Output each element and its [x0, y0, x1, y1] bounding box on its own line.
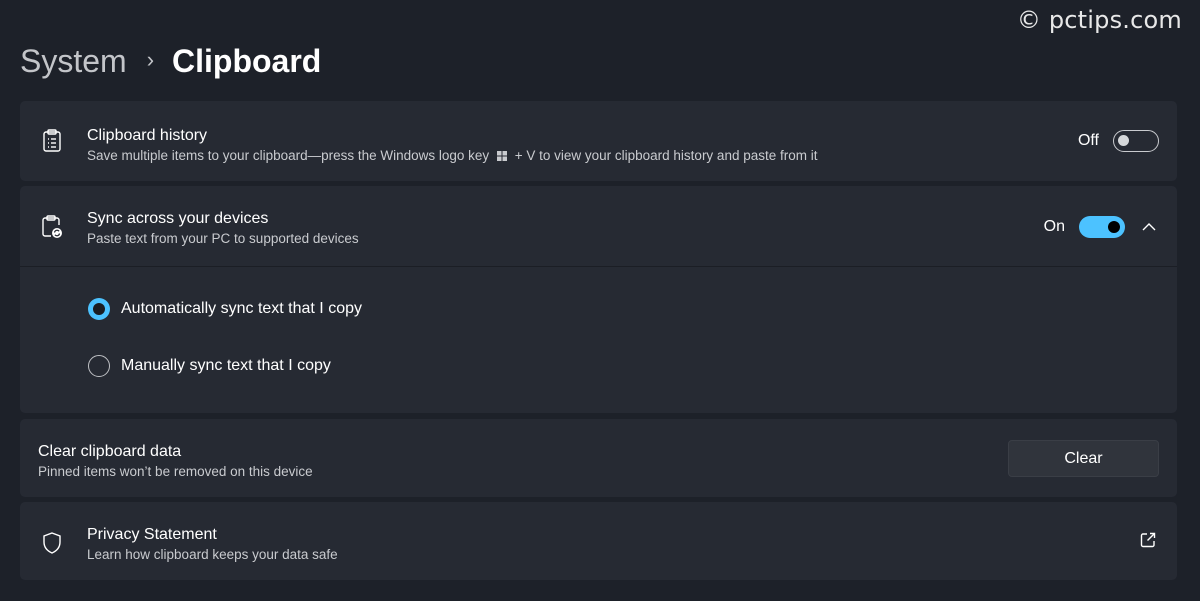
section-divider [20, 266, 1177, 267]
windows-logo-icon [496, 149, 507, 161]
sync-state-label: On [1043, 218, 1065, 235]
clipboard-history-title: Clipboard history [87, 127, 208, 144]
clear-data-text: Clear clipboard data Pinned items won’t … [38, 443, 313, 479]
clipboard-history-desc-part2: + V to view your clipboard history and p… [514, 148, 818, 163]
clipboard-history-description: Save multiple items to your clipboard—pr… [87, 148, 818, 163]
privacy-title: Privacy Statement [87, 526, 217, 543]
radio-option-auto[interactable]: Automatically sync text that I copy [88, 298, 362, 320]
clear-data-card: Clear clipboard data Pinned items won’t … [20, 419, 1177, 497]
clipboard-history-desc-part1: Save multiple items to your clipboard—pr… [87, 148, 490, 163]
privacy-text: Privacy Statement Learn how clipboard ke… [87, 526, 338, 562]
clipboard-history-card: Clipboard history Save multiple items to… [20, 101, 1177, 181]
clear-data-description: Pinned items won’t be removed on this de… [38, 464, 313, 479]
clipboard-history-toggle[interactable] [1113, 130, 1159, 152]
sync-toggle-group: On [1044, 216, 1125, 238]
clipboard-history-state-label: Off [1077, 132, 1099, 149]
clipboard-history-toggle-group: Off [1078, 130, 1159, 152]
radio-button-selected[interactable] [88, 298, 110, 320]
sync-devices-title: Sync across your devices [87, 210, 269, 227]
external-link-icon[interactable] [1139, 531, 1159, 551]
toggle-knob [1118, 135, 1129, 146]
breadcrumb-separator: › [146, 47, 155, 72]
privacy-description: Learn how clipboard keeps your data safe [87, 547, 338, 562]
radio-option-manual[interactable]: Manually sync text that I copy [88, 355, 331, 377]
clear-button[interactable]: Clear [1008, 440, 1159, 477]
page-title: Clipboard [172, 42, 322, 79]
sync-devices-description: Paste text from your PC to supported dev… [87, 231, 359, 246]
sync-devices-card: Sync across your devices Paste text from… [20, 186, 1177, 413]
clear-data-title: Clear clipboard data [38, 443, 182, 460]
radio-label-auto: Automatically sync text that I copy [121, 300, 362, 317]
clipboard-sync-icon [40, 215, 64, 239]
privacy-card[interactable]: Privacy Statement Learn how clipboard ke… [20, 502, 1177, 580]
chevron-up-icon[interactable] [1139, 217, 1159, 237]
breadcrumb: System › Clipboard [20, 40, 321, 82]
radio-dot [93, 303, 105, 315]
breadcrumb-system[interactable]: System [20, 43, 127, 80]
radio-button-unselected[interactable] [88, 355, 110, 377]
sync-devices-text: Sync across your devices Paste text from… [87, 210, 359, 246]
clipboard-list-icon [40, 129, 64, 153]
watermark: © pctips.com [1016, 6, 1182, 34]
radio-label-manual: Manually sync text that I copy [121, 357, 331, 374]
clipboard-history-text: Clipboard history Save multiple items to… [87, 127, 818, 163]
toggle-knob [1108, 221, 1120, 233]
shield-icon [40, 531, 64, 555]
sync-toggle[interactable] [1079, 216, 1125, 238]
